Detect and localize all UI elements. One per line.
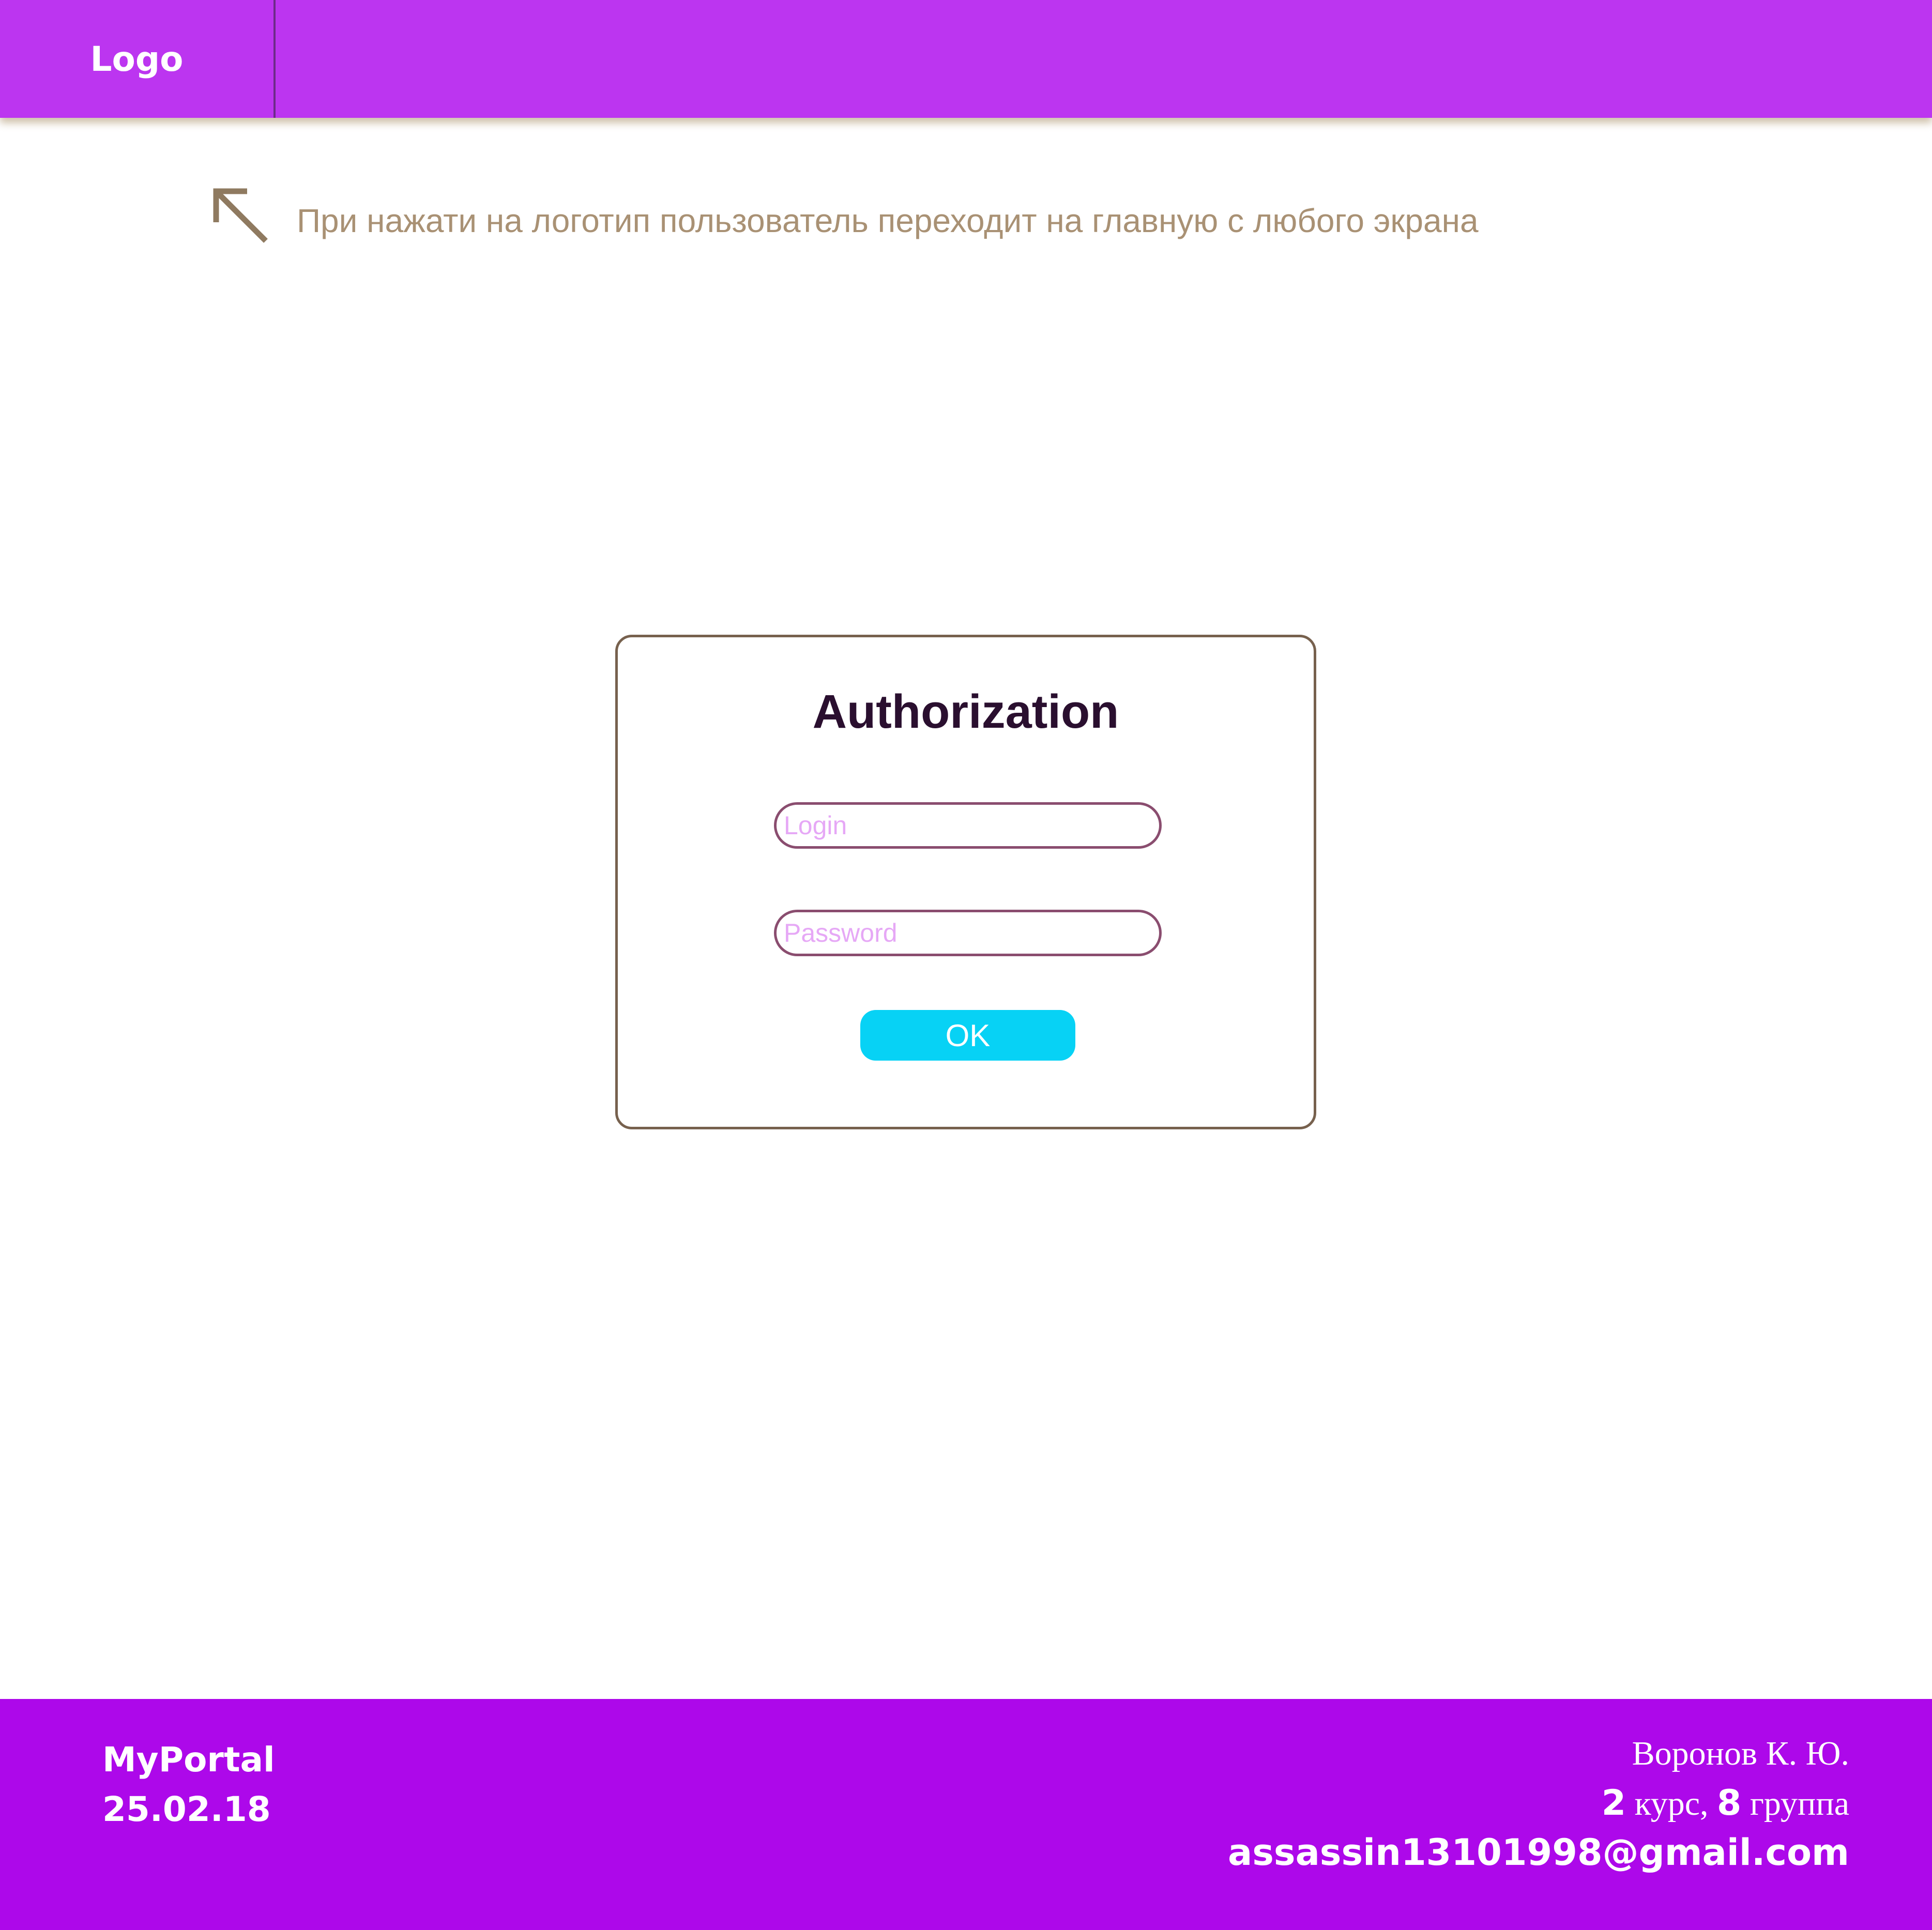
page-footer: MyPortal 25.02.18 Воронов К. Ю. 2 курс, … — [0, 1699, 1932, 1930]
logo-hint-text: При нажати на логотип пользователь перех… — [297, 202, 1479, 239]
author-name: Воронов К. Ю. — [1632, 1735, 1849, 1772]
author-email: assassin13101998@gmail.com — [1228, 1831, 1849, 1874]
course-number: 2 — [1601, 1783, 1626, 1824]
password-input[interactable] — [774, 910, 1162, 956]
group-label: группа — [1741, 1785, 1849, 1822]
arrow-up-left-icon — [213, 188, 268, 243]
authorization-title: Authorization — [812, 685, 1119, 738]
authorization-form: Authorization OK — [615, 635, 1316, 1129]
footer-author-info: Воронов К. Ю. 2 курс, 8 группа assassin1… — [1228, 1729, 1849, 1876]
course-label: курс, — [1626, 1785, 1717, 1822]
logo-link[interactable]: Logo — [0, 0, 276, 118]
top-header: Logo — [0, 0, 1932, 118]
login-input[interactable] — [774, 802, 1162, 849]
ok-button[interactable]: OK — [860, 1010, 1075, 1061]
group-number: 8 — [1717, 1783, 1742, 1824]
footer-date: 25.02.18 — [102, 1789, 271, 1829]
portal-name: MyPortal — [102, 1740, 275, 1780]
footer-portal-info: MyPortal 25.02.18 — [102, 1735, 275, 1834]
author-course-group: 2 курс, 8 группа — [1228, 1779, 1849, 1829]
